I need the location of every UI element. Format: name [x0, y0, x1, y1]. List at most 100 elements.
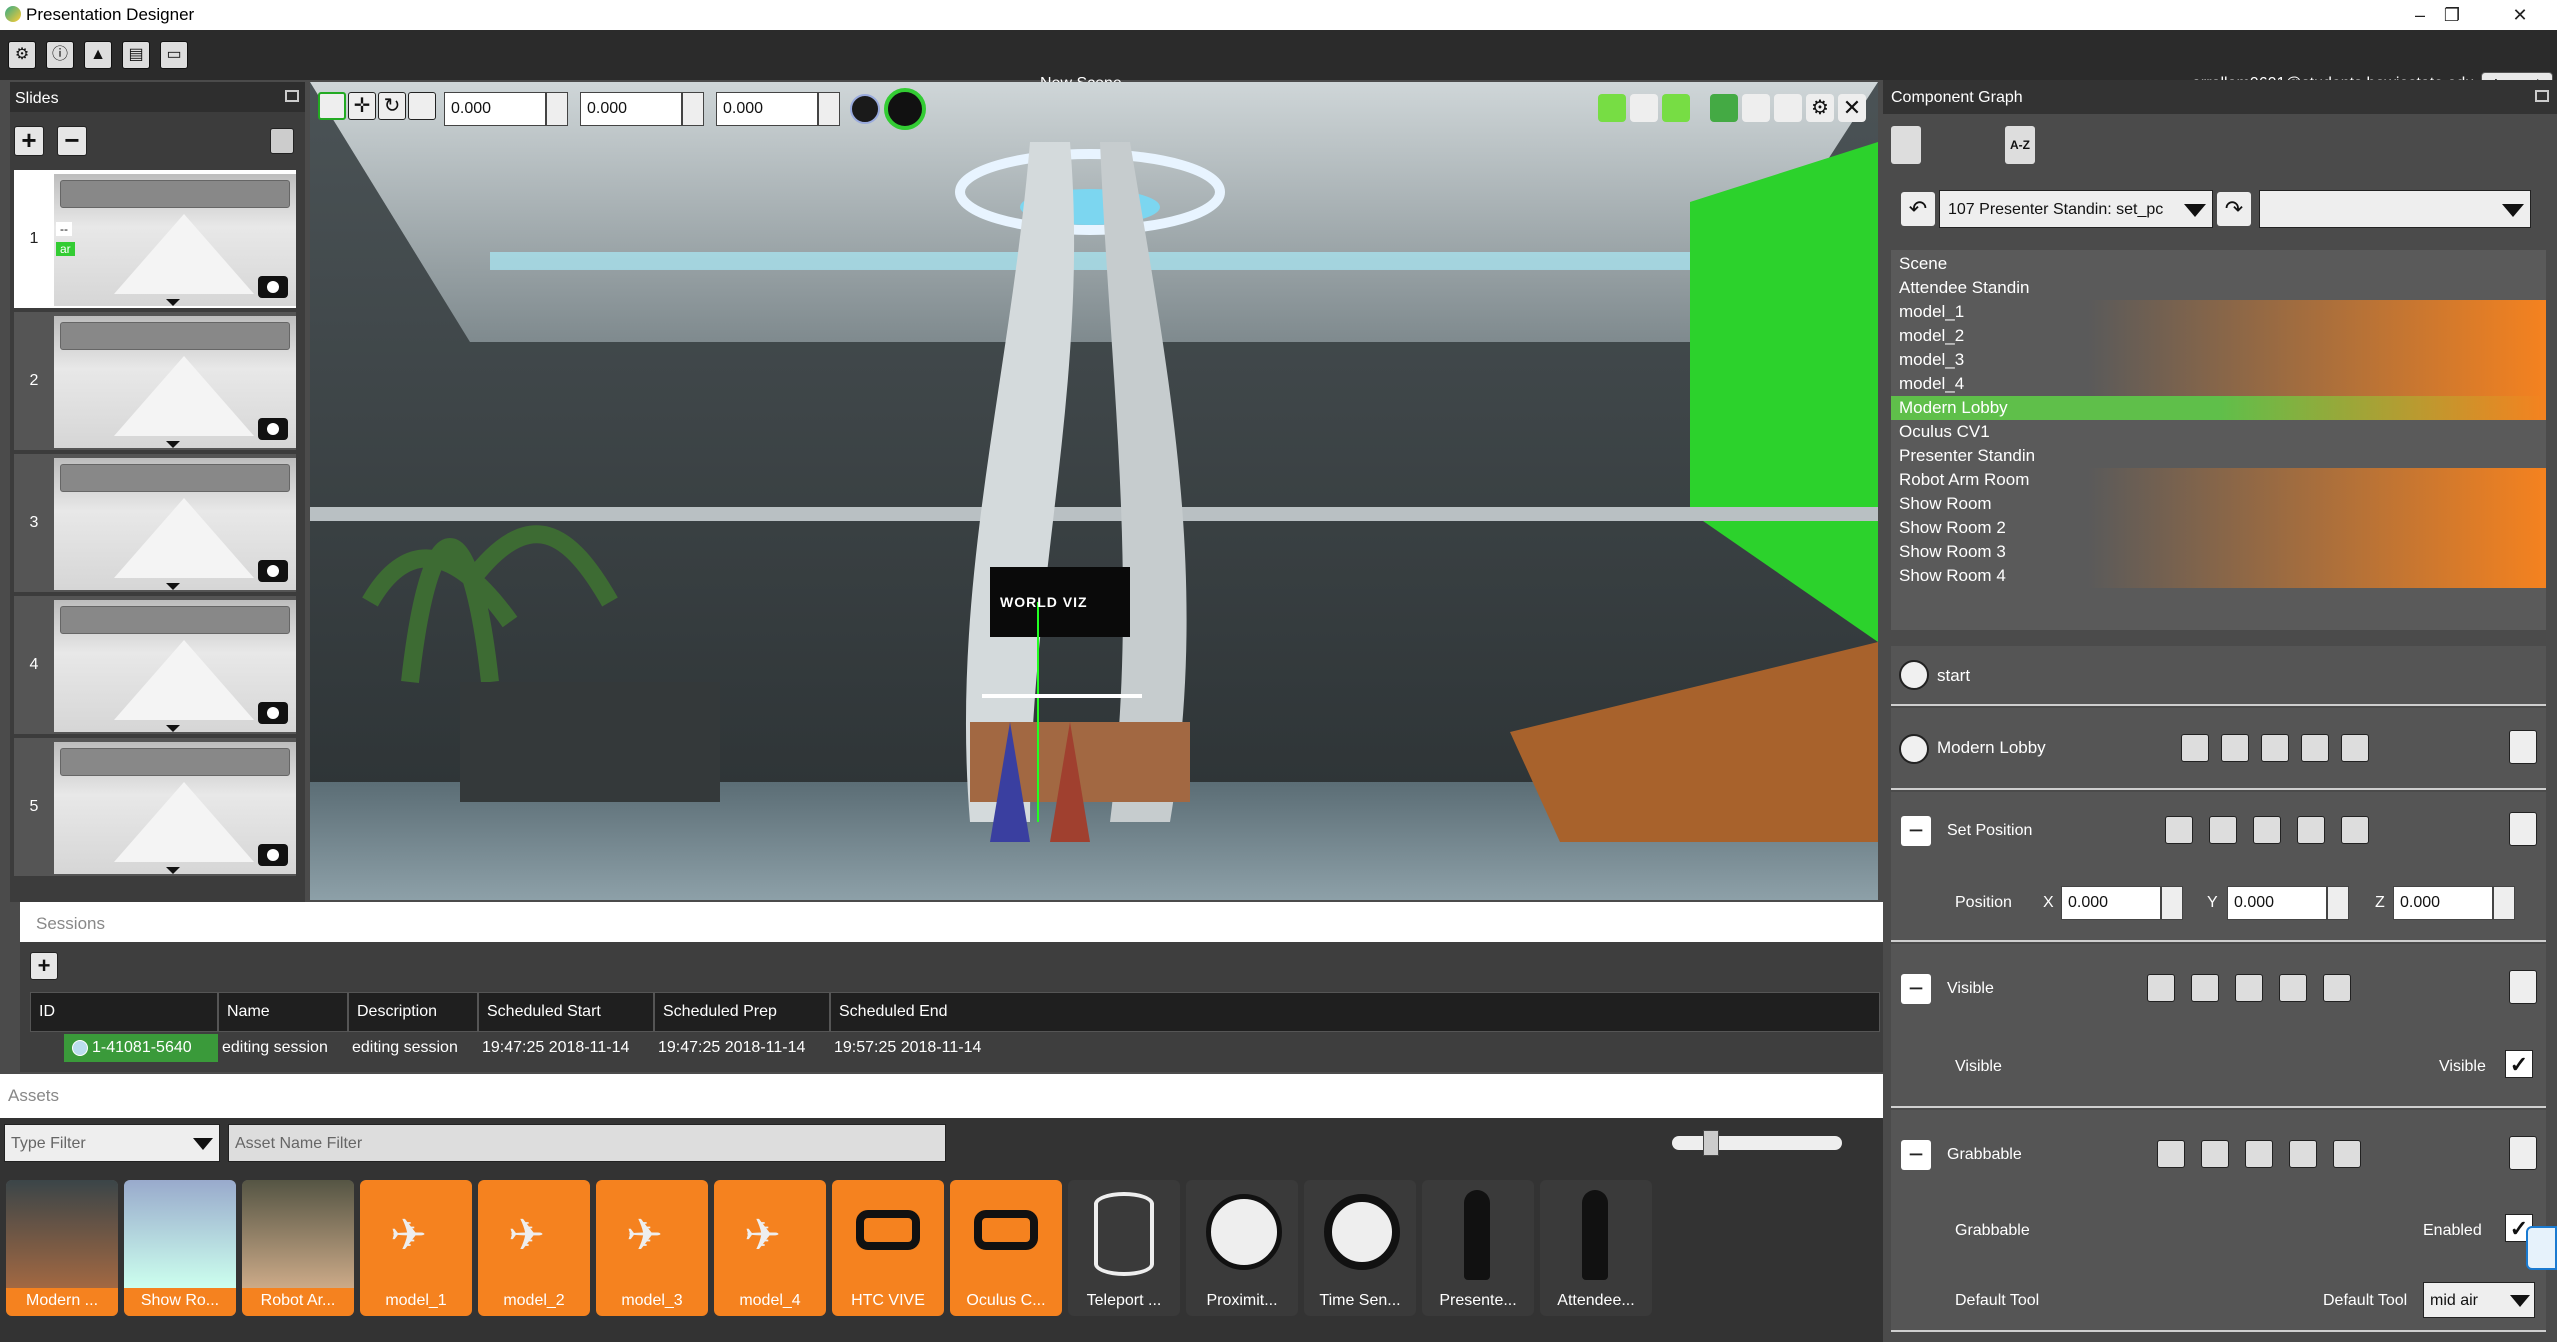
visible-checkbox[interactable]: ✓ — [2505, 1050, 2533, 1078]
collapse-button[interactable]: − — [1901, 974, 1931, 1004]
camera-icon[interactable] — [258, 418, 288, 440]
insert-child-icon[interactable] — [2201, 1140, 2229, 1168]
list-item[interactable]: Modern Lobby — [1891, 396, 2546, 420]
position-z-stepper[interactable] — [2493, 886, 2515, 920]
clipboard-icon[interactable] — [270, 128, 294, 154]
rotate-tool-icon[interactable]: ↻ — [378, 92, 406, 120]
asset-item[interactable]: Time Sen... — [1304, 1180, 1416, 1316]
camera-icon[interactable] — [258, 560, 288, 582]
default-tool-dropdown[interactable]: mid air — [2423, 1282, 2535, 1318]
asset-item[interactable]: ✈ model_2 — [478, 1180, 590, 1316]
position-z-field[interactable]: 0.000 — [2393, 886, 2493, 920]
redo-icon[interactable]: ↷ — [2217, 192, 2251, 226]
slide-item[interactable]: 5 — [14, 738, 296, 876]
column-name[interactable]: Name — [218, 992, 348, 1032]
tree-icon[interactable] — [1710, 94, 1738, 122]
copy-icon[interactable] — [2333, 1140, 2361, 1168]
close-viewport-icon[interactable]: ✕ — [1838, 94, 1866, 122]
move-tool-icon[interactable]: ✛ — [348, 92, 376, 120]
insert-above-icon[interactable] — [2181, 734, 2209, 762]
snap-icon[interactable] — [850, 94, 880, 124]
position-x-field[interactable]: 0.000 — [2061, 886, 2161, 920]
viewport-settings-icon[interactable]: ⚙ — [1806, 94, 1834, 122]
list-item[interactable]: Show Room 2 — [1891, 516, 2546, 540]
asset-item[interactable]: HTC VIVE — [832, 1180, 944, 1316]
grid-icon[interactable] — [1662, 94, 1690, 122]
insert-above-icon[interactable] — [2147, 974, 2175, 1002]
insert-child-icon[interactable] — [2221, 734, 2249, 762]
copy-icon[interactable] — [2341, 734, 2369, 762]
speed-gauge-icon[interactable] — [884, 88, 926, 130]
slide-thumbnail[interactable] — [54, 316, 296, 448]
type-filter-dropdown[interactable]: Type Filter — [4, 1124, 220, 1162]
scene-viewport[interactable]: WORLD VIZ ✛ ↻ 0.000 0.000 0.000 ⚙ ✕ — [310, 82, 1878, 900]
list-item[interactable]: model_1 — [1891, 300, 2546, 324]
slide-thumbnail[interactable] — [54, 742, 296, 874]
slide-item[interactable]: 4 — [14, 596, 296, 734]
add-session-button[interactable]: + — [30, 952, 58, 980]
insert-above-icon[interactable] — [2165, 816, 2193, 844]
insert-below-icon[interactable] — [2253, 816, 2281, 844]
scale-tool-icon[interactable] — [408, 92, 436, 120]
node-selector-dropdown[interactable]: 107 Presenter Standin: set_pc — [1939, 190, 2213, 228]
loop-icon[interactable] — [1774, 94, 1802, 122]
sort-az-button[interactable]: A-Z — [2005, 126, 2035, 164]
column-description[interactable]: Description — [348, 992, 478, 1032]
position-z-stepper[interactable] — [818, 92, 840, 126]
chevron-down-icon[interactable] — [166, 441, 180, 448]
camera-mode-icon[interactable] — [1598, 94, 1626, 122]
asset-size-slider[interactable] — [1672, 1130, 1842, 1156]
list-item[interactable]: Show Room 3 — [1891, 540, 2546, 564]
slide-item[interactable]: 3 — [14, 454, 296, 592]
position-y-input[interactable]: 0.000 — [580, 92, 682, 126]
collapse-button[interactable]: − — [1901, 1140, 1931, 1170]
slide-title-field[interactable] — [60, 322, 290, 350]
move-down-icon[interactable] — [2279, 974, 2307, 1002]
position-y-stepper[interactable] — [2327, 886, 2349, 920]
asset-item[interactable]: ✈ model_4 — [714, 1180, 826, 1316]
slide-title-field[interactable] — [60, 748, 290, 776]
undo-icon[interactable]: ↶ — [1901, 192, 1935, 226]
insert-below-icon[interactable] — [2235, 974, 2263, 1002]
position-y-stepper[interactable] — [682, 92, 704, 126]
column-scheduled-end[interactable]: Scheduled End — [830, 992, 1880, 1032]
remove-slide-button[interactable]: − — [57, 126, 87, 156]
slide-thumbnail[interactable] — [54, 600, 296, 732]
asset-item[interactable]: Presente... — [1422, 1180, 1534, 1316]
list-item[interactable]: Oculus CV1 — [1891, 420, 2546, 444]
slide-thumbnail[interactable] — [54, 458, 296, 590]
camera-icon[interactable] — [258, 276, 288, 298]
move-down-icon[interactable] — [2297, 816, 2325, 844]
trash-icon[interactable] — [2509, 1136, 2537, 1170]
settings-icon[interactable]: ⚙ — [8, 41, 36, 69]
action-selector-dropdown[interactable] — [2259, 190, 2531, 228]
trash-icon[interactable] — [2509, 730, 2537, 764]
asset-item[interactable]: Show Ro... — [124, 1180, 236, 1316]
slide-item[interactable]: 1 -- ar — [14, 170, 296, 308]
insert-child-icon[interactable] — [2209, 816, 2237, 844]
chevron-down-icon[interactable] — [166, 725, 180, 732]
list-item[interactable]: Presenter Standin — [1891, 444, 2546, 468]
screenshot-icon[interactable] — [1742, 94, 1770, 122]
list-item[interactable]: Scene — [1891, 252, 2546, 276]
slide-item[interactable]: 2 — [14, 312, 296, 450]
table-row[interactable]: 1-41081-5640 editing session editing ses… — [30, 1034, 1880, 1062]
asset-item[interactable]: Attendee... — [1540, 1180, 1652, 1316]
chevron-down-icon[interactable] — [166, 583, 180, 590]
list-item[interactable]: model_3 — [1891, 348, 2546, 372]
asset-item[interactable]: Proximit... — [1186, 1180, 1298, 1316]
position-z-input[interactable]: 0.000 — [716, 92, 818, 126]
list-item[interactable]: Robot Arm Room — [1891, 468, 2546, 492]
position-x-stepper[interactable] — [2161, 886, 2183, 920]
insert-child-icon[interactable] — [2191, 974, 2219, 1002]
undock-icon[interactable] — [2535, 90, 2549, 102]
trash-icon[interactable] — [2509, 970, 2537, 1004]
list-item[interactable]: Show Room 4 — [1891, 564, 2546, 588]
asset-item[interactable]: ✈ model_3 — [596, 1180, 708, 1316]
book-icon[interactable]: ▤ — [122, 41, 150, 69]
column-id[interactable]: ID — [30, 992, 218, 1032]
slide-title-field[interactable] — [60, 606, 290, 634]
insert-below-icon[interactable] — [2245, 1140, 2273, 1168]
trash-icon[interactable] — [2509, 812, 2537, 846]
select-tool-icon[interactable] — [318, 92, 346, 120]
